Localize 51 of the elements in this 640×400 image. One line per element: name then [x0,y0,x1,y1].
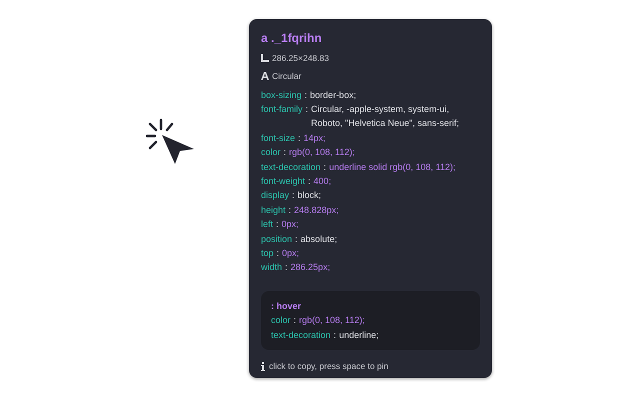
cursor-click-icon [146,118,196,166]
info-icon [261,362,265,372]
property-name: left [261,218,274,232]
property-value: underline solid rgb(0, 108, 112); [329,160,456,174]
property-name: height [261,204,286,217]
property-name: display [261,189,290,202]
property-value: 14px; [304,132,326,145]
property-name: font-family [261,102,303,116]
separator: : [284,146,286,160]
hint-text: click to copy, press space to pin [269,360,388,373]
property-name: color [261,146,281,160]
property-value: rgb(0, 108, 112); [289,146,355,160]
font-text: Circular [272,70,302,82]
separator: : [294,314,296,328]
property-value: 0px; [282,218,299,232]
separator: : [276,218,279,232]
separator: : [288,204,292,217]
property-name: width [261,261,282,274]
separator: : [295,232,298,246]
property-value: 400; [314,174,332,188]
separator: : [298,132,301,145]
separator: : [285,261,288,274]
property-value: 0px; [282,246,300,260]
separator: : [306,102,308,116]
font-icon [261,72,269,80]
property-name: text-decoration [261,160,321,174]
property-name: text-decoration [271,328,331,342]
size-text: 286.25×248.83 [272,52,329,65]
property-value: underline; [339,328,379,342]
property-value: rgb(0, 108, 112); [299,314,365,328]
hover-title: : hover [271,300,302,313]
separator: : [308,174,311,188]
property-name: font-weight [261,174,306,188]
selector-title: a ._1fqrihn [261,30,323,47]
property-value: Circular, -apple-system, system-ui, Roboto, "Helvetica Neue", sans-serif; [311,102,460,130]
separator: : [276,246,280,260]
separator: : [304,88,308,102]
separator: : [292,189,295,202]
property-value: 286.25px; [290,261,330,274]
property-name: font-size [261,132,296,145]
property-value: 248.828px; [294,204,339,217]
separator: : [324,160,326,174]
property-name: position [261,232,292,246]
property-value: block; [298,189,322,202]
property-name: box-sizing [261,88,302,102]
property-name: top [261,246,274,260]
dimensions-icon [261,54,269,62]
separator: : [334,328,336,342]
property-value: border-box; [310,88,356,102]
property-value: absolute; [300,232,338,246]
property-name: color [271,314,291,328]
